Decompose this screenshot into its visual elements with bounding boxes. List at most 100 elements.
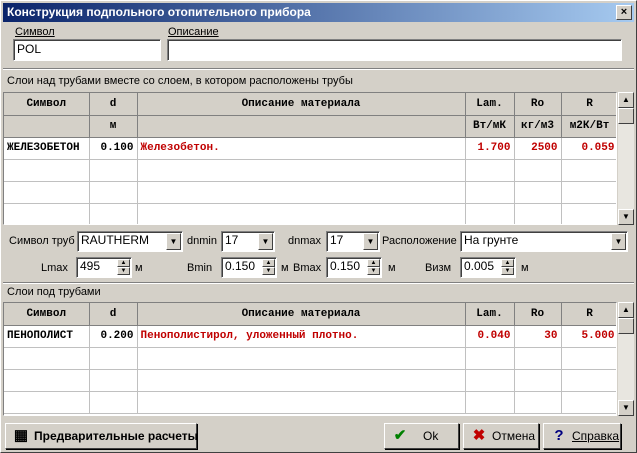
scroll-down-icon[interactable]: ▼	[618, 209, 634, 225]
ok-button[interactable]: ✔ Ok	[384, 423, 459, 449]
bmax-spinner[interactable]: 0.150 ▲ ▼	[326, 257, 382, 278]
lower-layers-caption: Слои под трубами	[7, 286, 101, 298]
scroll-up-icon[interactable]: ▲	[618, 302, 634, 318]
col-header-description[interactable]: Описание материала	[137, 303, 466, 326]
description-label: Описание	[168, 26, 219, 38]
table-row-empty[interactable]	[4, 369, 616, 392]
cancel-label: Отмена	[492, 429, 536, 443]
spin-down-icon[interactable]: ▼	[262, 267, 275, 275]
spin-down-icon[interactable]: ▼	[501, 267, 514, 275]
lmax-spinner[interactable]: 495 ▲ ▼	[76, 257, 132, 278]
cell-description[interactable]: Железобетон.	[137, 137, 466, 160]
chevron-down-icon[interactable]: ▼	[611, 233, 626, 250]
dnmin-select[interactable]: 17 ▼	[221, 231, 275, 252]
spin-down-icon[interactable]: ▼	[367, 267, 380, 275]
separator	[3, 282, 634, 284]
unit-symbol	[4, 115, 90, 138]
pipe-symbol-value: RAUTHERM	[81, 233, 149, 247]
chevron-down-icon[interactable]: ▼	[258, 233, 273, 250]
close-button[interactable]: ×	[616, 5, 632, 20]
dnmin-label: dnmin	[187, 235, 217, 247]
unit-lam: Вт/мК	[465, 115, 515, 138]
location-select[interactable]: На грунте ▼	[460, 231, 628, 252]
precalc-label: Предварительные расчеты	[34, 429, 198, 443]
cell-ro[interactable]: 30	[514, 325, 562, 348]
cell-description[interactable]: Пенополистирол, уложенный плотно.	[137, 325, 466, 348]
bmax-unit: м	[388, 262, 396, 274]
scroll-thumb[interactable]	[618, 108, 634, 124]
cell-lam[interactable]: 0.040	[465, 325, 515, 348]
dialog-window: Конструкция подпольного отопительного пр…	[0, 0, 637, 453]
cell-r[interactable]: 0.059	[561, 137, 616, 160]
upper-scrollbar[interactable]: ▲ ▼	[618, 92, 634, 225]
pipe-symbol-label: Символ труб	[9, 235, 75, 247]
symbol-label: Символ	[15, 26, 55, 38]
table-row-empty[interactable]	[4, 203, 616, 224]
dnmin-value: 17	[225, 233, 239, 247]
calculator-icon: ▦	[13, 427, 29, 444]
scroll-down-icon[interactable]: ▼	[618, 400, 634, 416]
table-row-empty[interactable]	[4, 181, 616, 204]
upper-layers-caption: Слои над трубами вместе со слоем, в кото…	[7, 75, 353, 87]
col-header-symbol[interactable]: Символ	[4, 93, 90, 116]
spin-up-icon[interactable]: ▲	[367, 259, 380, 267]
dnmax-select[interactable]: 17 ▼	[326, 231, 380, 252]
col-header-ro[interactable]: Ro	[514, 303, 562, 326]
spin-up-icon[interactable]: ▲	[262, 259, 275, 267]
title-bar: Конструкция подпольного отопительного пр…	[3, 3, 634, 22]
lower-layers-grid: Символ d Описание материала Lam. Ro R ПЕ…	[3, 302, 617, 416]
unit-r: м2К/Вт	[561, 115, 616, 138]
table-row-empty[interactable]	[4, 159, 616, 182]
cell-symbol[interactable]: ПЕНОПОЛИСТ	[4, 325, 90, 348]
unit-ro: кг/м3	[514, 115, 562, 138]
upper-units-row: м Вт/мК кг/м3 м2К/Вт	[4, 115, 616, 138]
col-header-d[interactable]: d	[89, 93, 138, 116]
table-row[interactable]: ПЕНОПОЛИСТ 0.200 Пенополистирол, уложенн…	[4, 325, 616, 348]
question-icon: ?	[554, 427, 564, 444]
cell-d[interactable]: 0.100	[89, 137, 138, 160]
chevron-down-icon[interactable]: ▼	[166, 233, 181, 250]
col-header-ro[interactable]: Ro	[514, 93, 562, 116]
cell-ro[interactable]: 2500	[514, 137, 562, 160]
unit-description	[137, 115, 466, 138]
pipe-symbol-select[interactable]: RAUTHERM ▼	[77, 231, 183, 252]
window-title: Конструкция подпольного отопительного пр…	[7, 5, 311, 19]
table-row[interactable]: ЖЕЛЕЗОБЕТОН 0.100 Железобетон. 1.700 250…	[4, 137, 616, 160]
col-header-lam[interactable]: Lam.	[465, 93, 515, 116]
table-row-empty[interactable]	[4, 347, 616, 370]
col-header-r[interactable]: R	[561, 303, 616, 326]
lmax-label: Lmax	[41, 262, 68, 274]
symbol-input[interactable]: POL	[13, 39, 161, 61]
col-header-symbol[interactable]: Символ	[4, 303, 90, 326]
spin-up-icon[interactable]: ▲	[117, 259, 130, 267]
bizm-label: Визм	[425, 262, 452, 274]
scroll-thumb[interactable]	[618, 318, 634, 334]
separator	[3, 68, 634, 70]
col-header-r[interactable]: R	[561, 93, 616, 116]
description-input[interactable]	[167, 39, 622, 61]
bmin-value: 0.150	[225, 259, 256, 273]
spin-down-icon[interactable]: ▼	[117, 267, 130, 275]
unit-d: м	[89, 115, 138, 138]
cell-r[interactable]: 5.000	[561, 325, 616, 348]
cancel-button[interactable]: ✖ Отмена	[463, 423, 539, 449]
bmax-value: 0.150	[330, 259, 361, 273]
table-row-empty[interactable]	[4, 391, 616, 414]
col-header-description[interactable]: Описание материала	[137, 93, 466, 116]
help-button[interactable]: ? Справка	[543, 423, 621, 449]
precalc-button[interactable]: ▦ Предварительные расчеты	[5, 423, 198, 449]
bizm-value: 0.005	[464, 259, 495, 273]
location-label: Расположение	[382, 235, 457, 247]
spin-up-icon[interactable]: ▲	[501, 259, 514, 267]
col-header-d[interactable]: d	[89, 303, 138, 326]
chevron-down-icon[interactable]: ▼	[363, 233, 378, 250]
bizm-spinner[interactable]: 0.005 ▲ ▼	[460, 257, 516, 278]
cell-symbol[interactable]: ЖЕЛЕЗОБЕТОН	[4, 137, 90, 160]
col-header-lam[interactable]: Lam.	[465, 303, 515, 326]
scroll-up-icon[interactable]: ▲	[618, 92, 634, 108]
lower-scrollbar[interactable]: ▲ ▼	[618, 302, 634, 416]
cell-d[interactable]: 0.200	[89, 325, 138, 348]
bmin-spinner[interactable]: 0.150 ▲ ▼	[221, 257, 277, 278]
cell-lam[interactable]: 1.700	[465, 137, 515, 160]
checkmark-icon: ✔	[393, 427, 407, 444]
